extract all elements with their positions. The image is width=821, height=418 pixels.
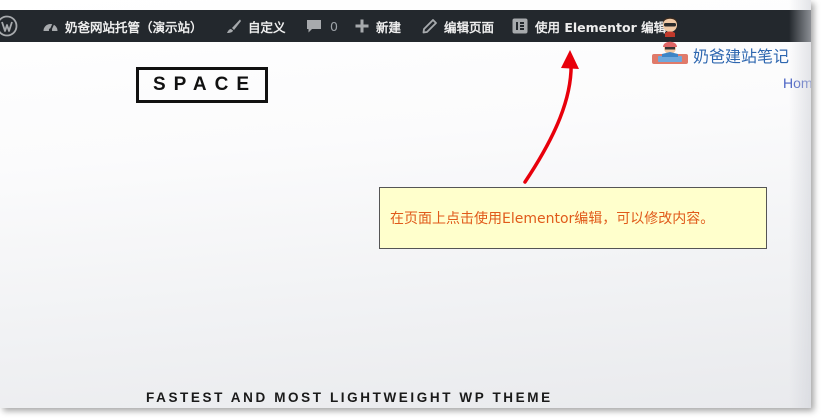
watermark-text: 奶爸建站笔记	[693, 47, 790, 66]
site-name-menu[interactable]: 奶爸网站托管（演示站）	[42, 10, 203, 42]
elementor-edit-menu[interactable]: 使用 Elementor 编辑	[512, 10, 666, 42]
customize-label: 自定义	[248, 19, 286, 35]
wordpress-logo-menu[interactable]	[0, 10, 18, 42]
elementor-edit-label: 使用 Elementor 编辑	[535, 19, 667, 35]
elementor-icon	[512, 18, 528, 34]
site-name-label: 奶爸网站托管（演示站）	[65, 19, 203, 35]
site-logo[interactable]: SPACE	[136, 67, 268, 103]
wp-admin-bar: 奶爸网站托管（演示站） 自定义 0 新建 编辑页面 使用 Elementor 编…	[0, 10, 811, 42]
site-logo-text: SPACE	[152, 74, 258, 95]
annotation-callout: 在页面上点击使用Elementor编辑，可以修改内容。	[379, 187, 767, 249]
callout-text: 在页面上点击使用Elementor编辑，可以修改内容。	[390, 211, 715, 227]
builder-avatar-icon	[650, 40, 690, 70]
hero-tagline: FASTEST AND MOST LIGHTWEIGHT WP THEME	[146, 390, 553, 405]
edit-page-label: 编辑页面	[444, 19, 495, 35]
wordpress-icon	[0, 15, 18, 37]
annotation-arrow	[523, 50, 579, 184]
comments-menu[interactable]: 0	[306, 10, 338, 42]
paintbrush-icon	[226, 18, 242, 34]
new-content-menu[interactable]: 新建	[355, 10, 401, 42]
nav-home-link[interactable]: Home	[783, 75, 811, 91]
edit-page-menu[interactable]: 编辑页面	[422, 10, 494, 42]
dashboard-icon	[42, 18, 59, 34]
new-label: 新建	[376, 19, 402, 35]
user-avatar-icon	[660, 15, 680, 37]
user-account-menu[interactable]	[660, 10, 680, 42]
screenshot-frame: 奶爸网站托管（演示站） 自定义 0 新建 编辑页面 使用 Elementor 编…	[0, 0, 811, 408]
comment-bubble-icon	[306, 18, 322, 34]
comments-count: 0	[330, 18, 338, 34]
pencil-icon	[422, 18, 437, 34]
customize-menu[interactable]: 自定义	[226, 10, 286, 42]
author-watermark: 奶爸建站笔记	[650, 40, 789, 70]
plus-icon	[355, 19, 369, 33]
